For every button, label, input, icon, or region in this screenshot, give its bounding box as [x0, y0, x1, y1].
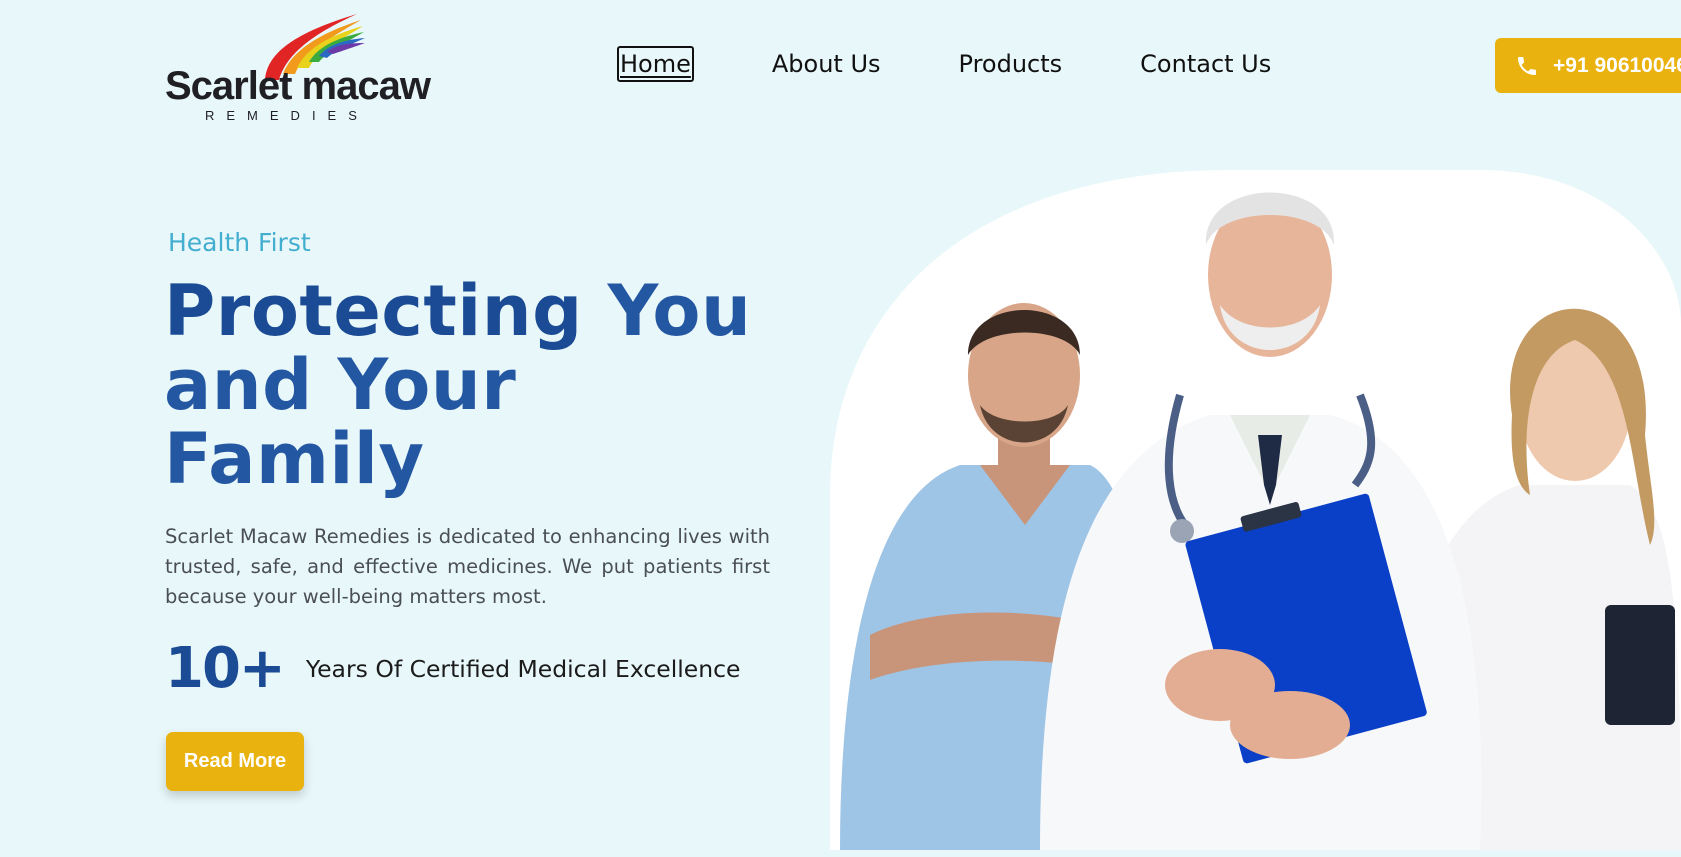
- hero-headline: Protecting You and Your Family: [164, 274, 784, 496]
- brand-logo[interactable]: Scarlet macaw REMEDIES: [165, 12, 431, 124]
- main-nav: Home About Us Products Contact Us: [617, 46, 1349, 82]
- experience-stat: 10+ Years Of Certified Medical Excellenc…: [165, 636, 741, 701]
- stat-number: 10+: [165, 636, 286, 701]
- nav-home[interactable]: Home: [617, 46, 694, 82]
- doctors-hero-image: [830, 165, 1681, 850]
- phone-icon: [1518, 56, 1536, 75]
- nav-about-us[interactable]: About Us: [772, 49, 881, 79]
- nav-contact-us[interactable]: Contact Us: [1140, 49, 1271, 79]
- headline-part-1: Protecting: [164, 270, 583, 352]
- brand-tagline: REMEDIES: [205, 108, 369, 123]
- nav-products[interactable]: Products: [959, 49, 1063, 79]
- read-more-button[interactable]: Read More: [166, 732, 304, 791]
- hero-description: Scarlet Macaw Remedies is dedicated to e…: [165, 525, 770, 608]
- hero-eyebrow: Health First: [168, 228, 311, 257]
- brand-name: Scarlet macaw: [165, 64, 431, 108]
- phone-number: +91 90610046: [1553, 53, 1681, 77]
- phone-button[interactable]: +91 90610046: [1495, 38, 1681, 93]
- stat-label: Years Of Certified Medical Excellence: [305, 654, 741, 683]
